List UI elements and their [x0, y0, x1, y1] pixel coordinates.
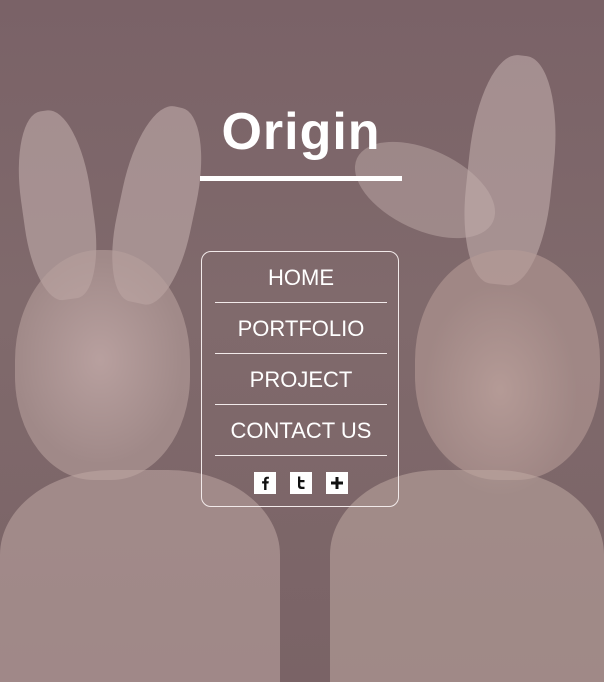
menu-item-project[interactable]: PROJECT — [215, 354, 387, 405]
menu-item-portfolio[interactable]: PORTFOLIO — [215, 303, 387, 354]
child-right-head — [415, 250, 600, 480]
social-links — [202, 472, 400, 494]
logo-underline — [200, 176, 402, 181]
child-left-head — [15, 250, 190, 480]
facebook-icon[interactable] — [254, 472, 276, 494]
site-logo[interactable]: Origin — [200, 100, 402, 164]
main-menu: HOME PORTFOLIO PROJECT CONTACT US — [201, 251, 399, 507]
menu-item-home[interactable]: HOME — [215, 252, 387, 303]
plus-icon[interactable] — [326, 472, 348, 494]
menu-item-contact-us[interactable]: CONTACT US — [215, 405, 387, 456]
twitter-icon[interactable] — [290, 472, 312, 494]
